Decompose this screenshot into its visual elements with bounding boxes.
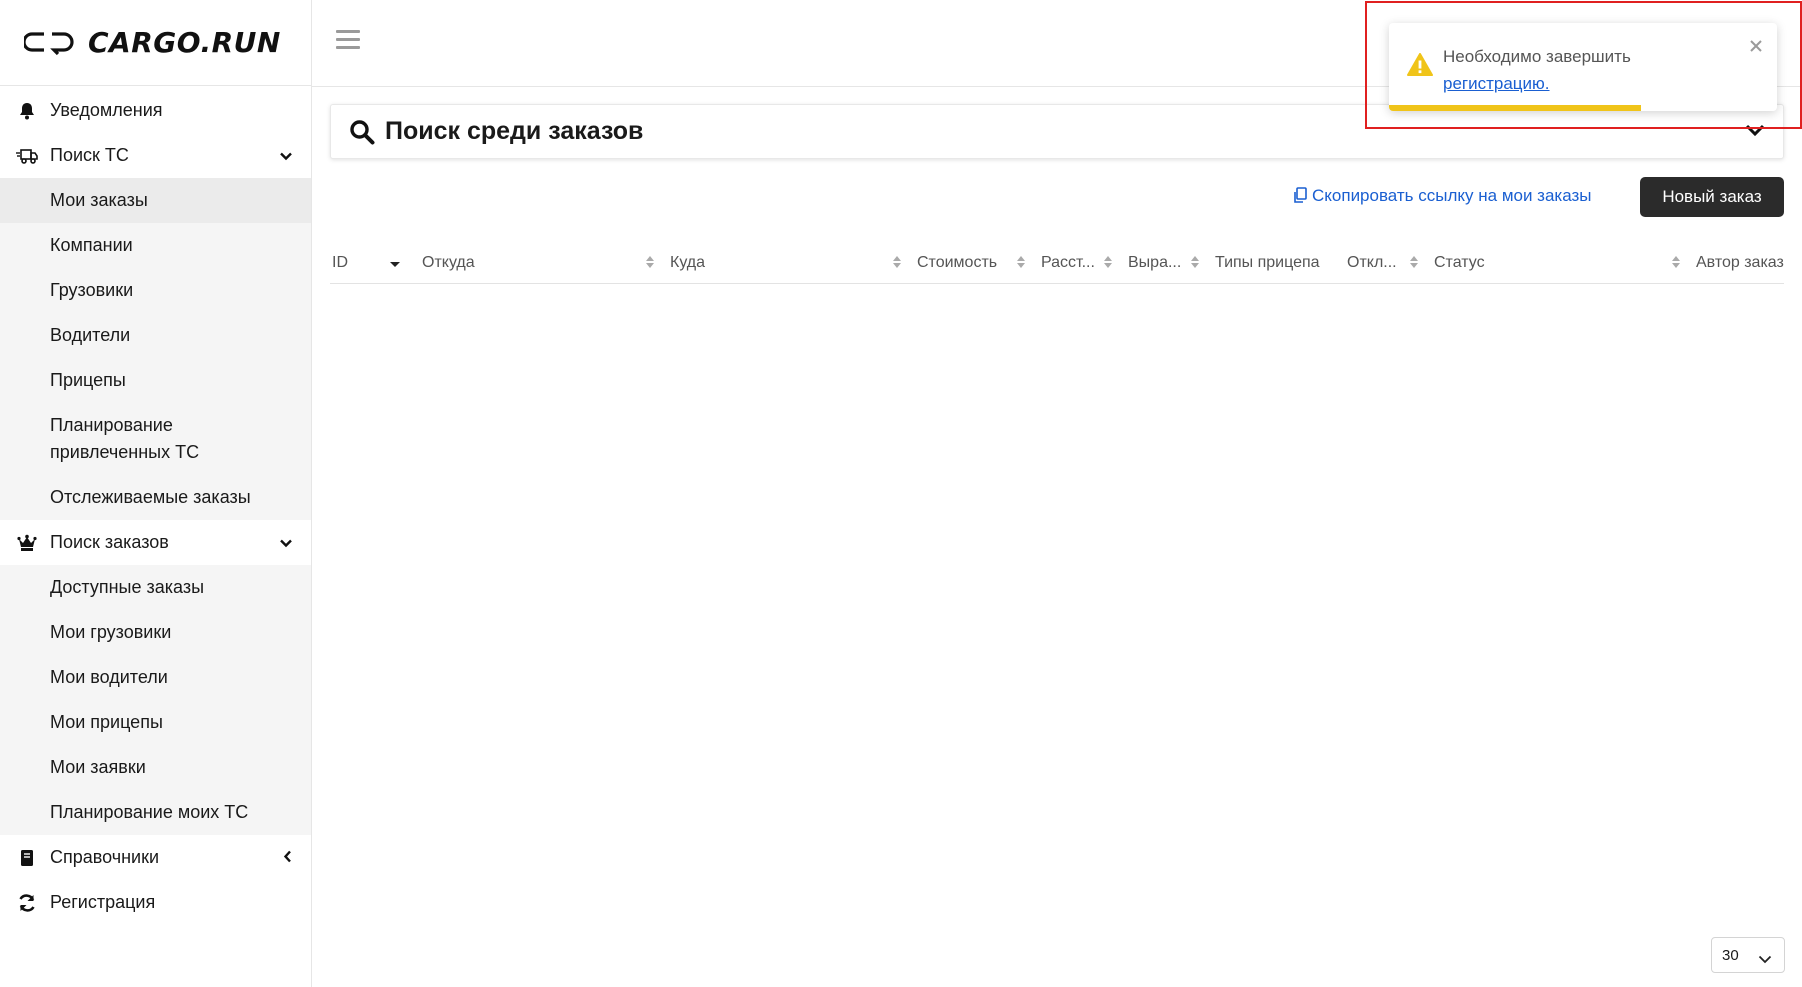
sidebar-item-my-drivers[interactable]: Мои водители — [0, 655, 311, 700]
sidebar-item-label: Поиск ТС — [50, 145, 129, 165]
column-header-revenue[interactable]: Выра... — [1128, 254, 1181, 272]
bell-icon — [0, 102, 50, 120]
search-panel-title: Поиск среди заказов — [385, 117, 644, 145]
sort-icon[interactable] — [645, 255, 655, 269]
column-header-trailer-types[interactable]: Типы прицепа — [1215, 254, 1320, 272]
logo[interactable]: CARGO.RUN — [0, 0, 311, 86]
book-icon — [0, 849, 50, 867]
sort-icon[interactable] — [1409, 255, 1419, 269]
column-header-from[interactable]: Откуда — [422, 254, 475, 272]
copy-link-label: Скопировать ссылку на мои заказы — [1312, 186, 1592, 205]
sidebar-item-label: Справочники — [50, 847, 160, 867]
sidebar-item-trailers[interactable]: Прицепы — [0, 358, 311, 403]
search-icon — [349, 119, 375, 145]
sidebar-item-notifications[interactable]: Уведомления — [0, 88, 311, 133]
toast-progress-bar — [1389, 105, 1642, 111]
sort-icon[interactable] — [1103, 255, 1113, 269]
sidebar-item-registration[interactable]: Регистрация — [0, 880, 311, 925]
column-header-id[interactable]: ID — [332, 254, 348, 272]
sync-icon — [0, 893, 50, 913]
sort-icon[interactable] — [1190, 255, 1200, 269]
close-icon[interactable] — [1747, 37, 1765, 55]
sort-icon[interactable] — [892, 255, 902, 269]
sidebar-item-available-orders[interactable]: Доступные заказы — [0, 565, 311, 610]
sort-desc-icon[interactable] — [390, 255, 400, 269]
sort-icon[interactable] — [1671, 255, 1681, 269]
sidebar-item-label: Поиск заказов — [50, 532, 169, 552]
sort-icon[interactable] — [1016, 255, 1026, 269]
submenu-order-search: Доступные заказы Мои грузовики Мои водит… — [0, 565, 311, 835]
column-header-distance[interactable]: Расст... — [1041, 254, 1095, 272]
sidebar-item-trucks[interactable]: Грузовики — [0, 268, 311, 313]
sidebar-item-label: Уведомления — [50, 100, 163, 120]
orders-table-header: ID Откуда Куда Стоимость Расст... Выра..… — [330, 244, 1784, 284]
toast-message: Необходимо завершить регистрацию. — [1443, 43, 1631, 97]
page-size-select[interactable]: 30 — [1711, 937, 1785, 973]
sidebar-item-my-planning[interactable]: Планирование моих ТС — [0, 790, 311, 835]
chevron-left-icon[interactable] — [283, 847, 293, 868]
cargo-logo-icon — [24, 31, 74, 55]
registration-link[interactable]: регистрацию. — [1443, 74, 1550, 93]
column-header-cost[interactable]: Стоимость — [917, 254, 997, 272]
chevron-down-icon[interactable] — [279, 145, 293, 166]
sidebar: CARGO.RUN Уведомления Поиск ТС Мои заказ… — [0, 0, 312, 987]
menu-toggle-icon[interactable] — [336, 30, 360, 50]
copy-icon — [1294, 187, 1307, 203]
page-size-value: 30 — [1722, 946, 1739, 964]
sidebar-item-vehicle-search[interactable]: Поиск ТС — [0, 133, 311, 178]
warning-icon — [1407, 53, 1433, 82]
crown-icon — [0, 534, 50, 552]
logo-text: CARGO.RUN — [88, 26, 281, 59]
column-header-responses[interactable]: Откл... — [1347, 254, 1397, 272]
sidebar-item-companies[interactable]: Компании — [0, 223, 311, 268]
warning-toast: Необходимо завершить регистрацию. — [1389, 23, 1777, 111]
sidebar-item-order-search[interactable]: Поиск заказов — [0, 520, 311, 565]
chevron-down-icon — [1758, 951, 1772, 968]
sidebar-item-label: Регистрация — [50, 892, 156, 912]
sidebar-item-my-trucks[interactable]: Мои грузовики — [0, 610, 311, 655]
sidebar-item-my-orders[interactable]: Мои заказы — [0, 178, 311, 223]
submenu-vehicle-search: Мои заказы Компании Грузовики Водители П… — [0, 178, 311, 520]
column-header-status[interactable]: Статус — [1434, 254, 1485, 272]
sidebar-item-tracked-orders[interactable]: Отслеживаемые заказы — [0, 475, 311, 520]
copy-orders-link[interactable]: Скопировать ссылку на мои заказы — [1292, 186, 1592, 206]
sidebar-item-my-trailers[interactable]: Мои прицепы — [0, 700, 311, 745]
column-header-to[interactable]: Куда — [670, 254, 705, 272]
sidebar-item-my-requests[interactable]: Мои заявки — [0, 745, 311, 790]
sidebar-item-directories[interactable]: Справочники — [0, 835, 311, 880]
sidebar-item-drivers[interactable]: Водители — [0, 313, 311, 358]
new-order-button[interactable]: Новый заказ — [1640, 177, 1784, 217]
chevron-down-icon[interactable] — [279, 532, 293, 553]
column-header-author[interactable]: Автор заказ — [1696, 254, 1784, 272]
truck-icon — [0, 148, 50, 164]
sidebar-menu: Уведомления Поиск ТС Мои заказы Компании… — [0, 88, 311, 925]
sidebar-item-planning-hired[interactable]: Планирование привлеченных ТС — [0, 403, 311, 475]
toast-message-text: Необходимо завершить — [1443, 47, 1631, 66]
